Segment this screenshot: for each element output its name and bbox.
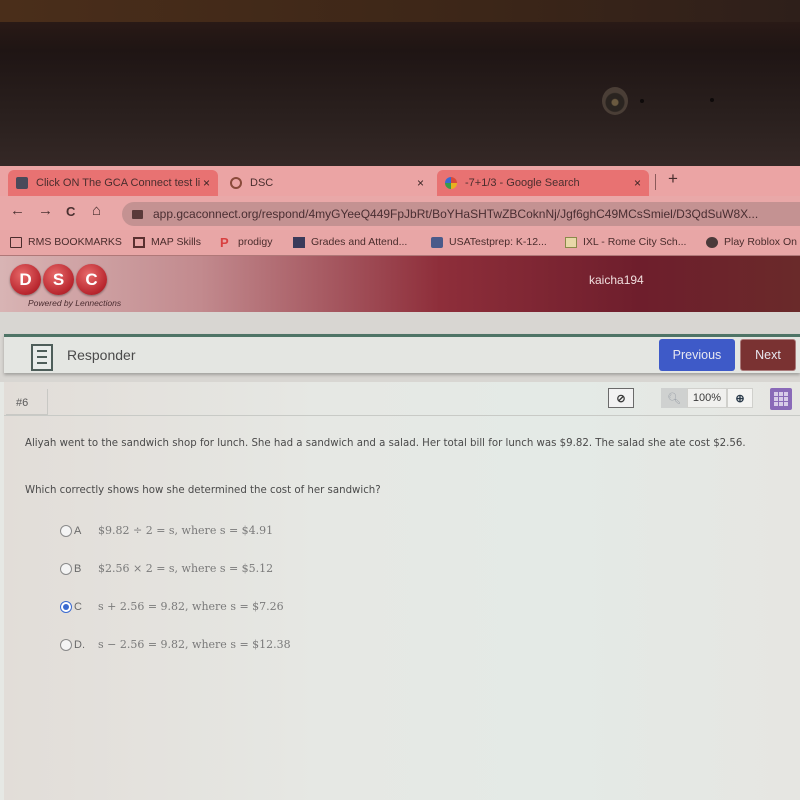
bookmarks-bar: RMS BOOKMARKS MAP Skills P prodigy Grade… xyxy=(0,230,800,256)
forward-arrow-icon[interactable]: → xyxy=(38,202,53,219)
bookmark-label: Play Roblox On xyxy=(724,236,797,248)
toolbar-divider xyxy=(4,415,800,416)
close-icon[interactable]: × xyxy=(634,176,641,190)
calculator-icon[interactable] xyxy=(770,388,792,410)
radio-button[interactable] xyxy=(60,638,72,651)
choice-letter: A xyxy=(74,524,82,537)
ixl-icon xyxy=(565,236,577,248)
folder-icon xyxy=(10,236,22,248)
radio-button[interactable] xyxy=(60,562,72,575)
dsc-favicon xyxy=(230,177,242,189)
question-panel: #6 ⊘ 🔍︎ 100% ⊕ Aliyah went to the sandwi… xyxy=(4,382,800,800)
bookmark-label: prodigy xyxy=(238,236,273,248)
dsc-logo: D S C xyxy=(10,264,109,295)
previous-button[interactable]: Previous xyxy=(659,339,735,371)
logo-letter: S xyxy=(43,264,74,295)
tab-google-search[interactable]: -7+1/3 - Google Search × xyxy=(437,170,649,196)
tab-title: DSC xyxy=(250,177,274,189)
bookmark-grades[interactable]: Grades and Attend... xyxy=(293,236,407,248)
choice-text: $9.82 ÷ 2 = s, where s = $4.91 xyxy=(98,524,274,537)
bookmark-prodigy[interactable]: P prodigy xyxy=(220,234,273,250)
bookmark-roblox[interactable]: Play Roblox On xyxy=(706,236,797,248)
webcam xyxy=(602,87,628,115)
answer-choice-b[interactable]: B $2.56 × 2 = s, where s = $5.12 xyxy=(60,562,273,575)
home-icon[interactable]: ⌂ xyxy=(92,202,101,219)
zoom-level: 100% xyxy=(687,388,727,408)
choice-text: $2.56 × 2 = s, where s = $5.12 xyxy=(98,562,274,575)
choice-text: s + 2.56 = 9.82, where s = $7.26 xyxy=(98,600,284,613)
radio-button[interactable] xyxy=(60,524,72,537)
responder-area: Responder Previous Next xyxy=(0,312,800,382)
url-text: app.gcaconnect.org/respond/4myGYeeQ449Fp… xyxy=(153,207,759,221)
question-number: #6 xyxy=(6,389,48,415)
bookmark-ixl[interactable]: IXL - Rome City Sch... xyxy=(565,236,686,248)
tab-title: -7+1/3 - Google Search xyxy=(465,177,580,189)
roblox-icon xyxy=(706,236,718,248)
logo-letter: D xyxy=(10,264,41,295)
map-icon xyxy=(133,236,145,248)
bookmark-label: IXL - Rome City Sch... xyxy=(583,236,687,248)
answer-eliminator-icon[interactable]: ⊘ xyxy=(608,388,634,408)
google-icon xyxy=(445,177,457,189)
bookmark-usatestprep[interactable]: USATestprep: K-12... xyxy=(431,236,547,248)
webcam-indicator xyxy=(640,99,644,103)
bezel-edge xyxy=(0,0,800,22)
tab-strip: Click ON The GCA Connect test li × DSC ×… xyxy=(0,166,800,196)
radio-button-selected[interactable] xyxy=(60,600,72,613)
answer-choice-d[interactable]: D. s − 2.56 = 9.82, where s = $12.38 xyxy=(60,638,291,651)
responder-title: Responder xyxy=(67,347,136,363)
prodigy-icon: P xyxy=(220,234,229,250)
choice-letter: D. xyxy=(74,638,85,651)
zoom-in-icon[interactable]: ⊕ xyxy=(727,388,753,408)
choice-letter: B xyxy=(74,562,82,575)
back-arrow-icon[interactable]: ← xyxy=(10,202,25,219)
bookmark-rms[interactable]: RMS BOOKMARKS xyxy=(10,236,122,248)
app-header: D S C Powered by Lennections kaicha194 xyxy=(0,256,800,312)
next-button[interactable]: Next xyxy=(740,339,796,371)
laptop-bezel xyxy=(0,0,800,168)
tab-title: Click ON The GCA Connect test li xyxy=(36,177,201,189)
question-stem: Aliyah went to the sandwich shop for lun… xyxy=(25,438,746,449)
new-tab-button[interactable]: + xyxy=(668,169,678,189)
logo-letter: C xyxy=(76,264,107,295)
username: kaicha194 xyxy=(589,273,644,287)
bookmark-label: USATestprep: K-12... xyxy=(449,236,547,248)
bookmark-label: Grades and Attend... xyxy=(311,236,408,248)
choice-text: s − 2.56 = 9.82, where s = $12.38 xyxy=(98,638,291,651)
ambient-sensor xyxy=(710,98,714,102)
powered-by-text: Powered by Lennections xyxy=(28,298,122,308)
close-icon[interactable]: × xyxy=(203,176,210,190)
responder-bar: Responder Previous Next xyxy=(4,334,800,373)
classroom-icon xyxy=(16,177,28,189)
answer-choice-c[interactable]: C s + 2.56 = 9.82, where s = $7.26 xyxy=(60,600,284,613)
reload-icon[interactable]: C xyxy=(66,204,75,219)
question-prompt: Which correctly shows how she determined… xyxy=(25,485,381,496)
close-icon[interactable]: × xyxy=(417,176,424,190)
tab-gca-connect[interactable]: Click ON The GCA Connect test li × xyxy=(8,170,218,196)
browser-window: Click ON The GCA Connect test li × DSC ×… xyxy=(0,166,800,800)
choice-letter: C xyxy=(74,600,82,613)
zoom-out-icon[interactable]: 🔍︎ xyxy=(661,388,687,408)
tab-separator xyxy=(655,174,656,190)
page-info-icon[interactable] xyxy=(132,209,143,219)
tab-dsc[interactable]: DSC × xyxy=(222,170,432,196)
answer-choice-a[interactable]: A $9.82 ÷ 2 = s, where s = $4.91 xyxy=(60,524,273,537)
grades-icon xyxy=(293,236,305,248)
bookmark-label: MAP Skills xyxy=(151,236,201,248)
usatestprep-icon xyxy=(431,236,443,248)
browser-toolbar: ← → C ⌂ app.gcaconnect.org/respond/4myGY… xyxy=(0,196,800,230)
address-bar[interactable]: app.gcaconnect.org/respond/4myGYeeQ449Fp… xyxy=(122,202,800,226)
bookmark-label: RMS BOOKMARKS xyxy=(28,236,122,248)
document-icon xyxy=(31,344,53,371)
bookmark-map-skills[interactable]: MAP Skills xyxy=(133,236,201,248)
